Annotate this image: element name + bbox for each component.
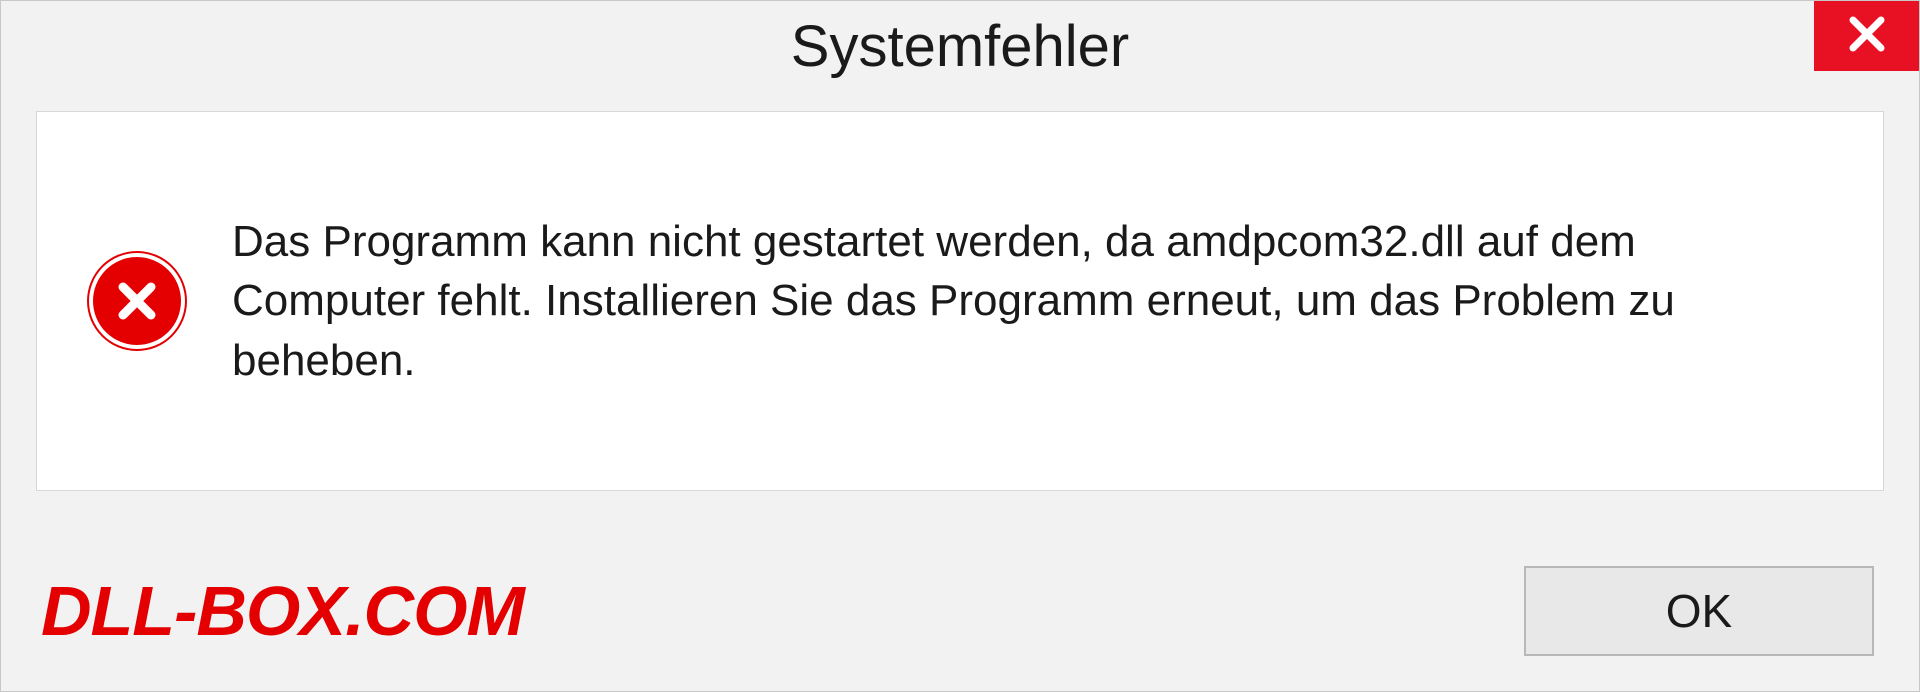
close-icon: [1846, 13, 1888, 60]
ok-button[interactable]: OK: [1524, 566, 1874, 656]
error-icon: [87, 251, 187, 351]
error-message: Das Programm kann nicht gestartet werden…: [232, 212, 1833, 390]
dialog-footer: DLL-BOX.COM OK: [1, 566, 1919, 656]
dialog-title: Systemfehler: [791, 13, 1129, 80]
close-button[interactable]: [1814, 1, 1919, 71]
error-dialog: Systemfehler Das Programm kann nicht ges…: [0, 0, 1920, 692]
error-icon-container: [87, 251, 187, 351]
title-bar: Systemfehler: [1, 1, 1919, 91]
content-panel: Das Programm kann nicht gestartet werden…: [36, 111, 1884, 491]
watermark-text: DLL-BOX.COM: [41, 571, 524, 651]
